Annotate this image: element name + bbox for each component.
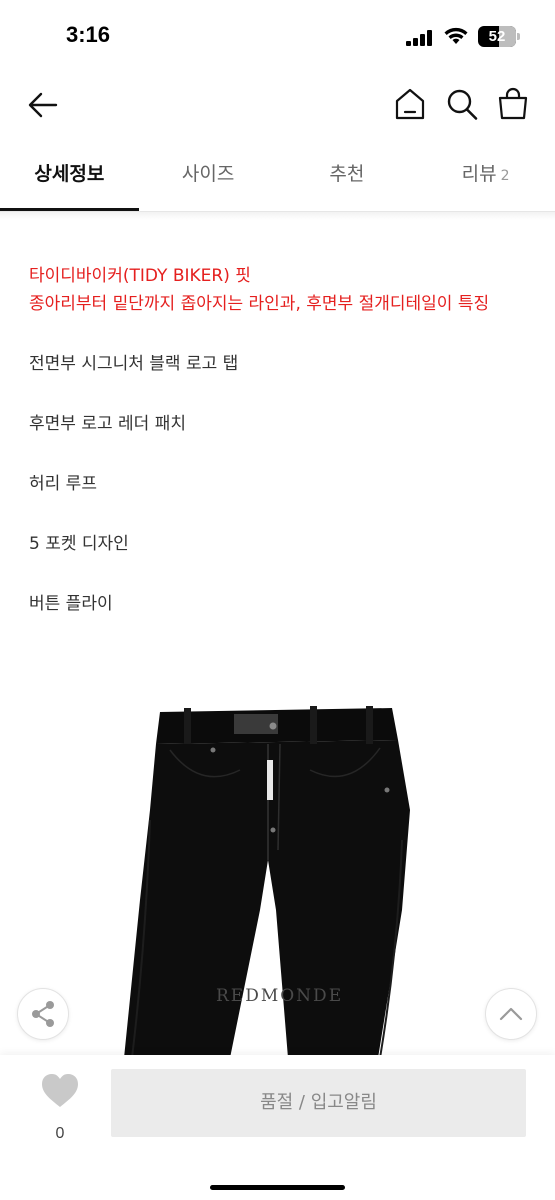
share-button[interactable] — [17, 988, 69, 1040]
shopping-bag-icon — [498, 87, 528, 120]
feature-line: 5 포켓 디자인 — [29, 534, 129, 554]
tab-reviews[interactable]: 리뷰 2 — [416, 140, 555, 211]
back-button[interactable] — [26, 88, 60, 122]
cellular-signal-icon — [406, 30, 434, 46]
heart-icon — [42, 1074, 78, 1107]
share-icon — [32, 1001, 54, 1027]
battery-icon: 52 — [478, 26, 516, 47]
review-count: 2 — [500, 168, 510, 184]
tab-label: 상세정보 — [34, 163, 105, 185]
top-navigation — [0, 72, 555, 136]
tab-details[interactable]: 상세정보 — [0, 140, 139, 211]
tab-label: 리뷰 — [461, 163, 497, 185]
battery-level: 52 — [488, 28, 506, 45]
arrow-left-icon — [28, 92, 58, 118]
feature-line: 버튼 플라이 — [29, 594, 113, 614]
highlight-line: 종아리부터 밑단까지 좁아지는 라인과, 후면부 절개디테일이 특징 — [29, 294, 490, 314]
restock-alert-button[interactable]: 품절 / 입고알림 — [111, 1069, 526, 1137]
shopping-bag-button[interactable] — [497, 86, 529, 120]
feature-line: 허리 루프 — [29, 474, 97, 494]
like-count: 0 — [55, 1125, 65, 1142]
tab-label: 추천 — [329, 163, 365, 185]
scroll-top-button[interactable] — [485, 988, 537, 1040]
chevron-up-icon — [499, 1007, 523, 1021]
search-button[interactable] — [446, 87, 478, 121]
tab-divider — [0, 212, 555, 220]
bottom-action-bar: 0 품절 / 입고알림 — [0, 1055, 555, 1200]
tab-label: 사이즈 — [181, 163, 235, 185]
home-indicator — [210, 1185, 345, 1190]
status-time: 3:16 — [66, 22, 111, 47]
image-watermark: REDMONDE — [216, 986, 344, 1006]
feature-line: 전면부 시그니처 블랙 로고 탭 — [29, 354, 239, 374]
highlight-line: 타이디바이커(TIDY BIKER) 핏 — [29, 266, 251, 286]
like-button[interactable]: 0 — [36, 1069, 84, 1149]
feature-line: 후면부 로고 레더 패치 — [29, 414, 186, 434]
wifi-icon — [444, 27, 468, 44]
detail-tabs: 상세정보 사이즈 추천 리뷰 2 — [0, 140, 555, 212]
tab-recommend[interactable]: 추천 — [278, 140, 417, 211]
status-bar: 3:16 52 — [0, 0, 555, 72]
home-button[interactable] — [394, 87, 426, 121]
home-icon — [395, 88, 425, 120]
product-description: 타이디바이커(TIDY BIKER) 핏 종아리부터 밑단까지 좁아지는 라인과… — [29, 262, 539, 614]
battery-tip — [517, 33, 520, 40]
search-icon — [447, 89, 478, 120]
tab-size[interactable]: 사이즈 — [139, 140, 278, 211]
